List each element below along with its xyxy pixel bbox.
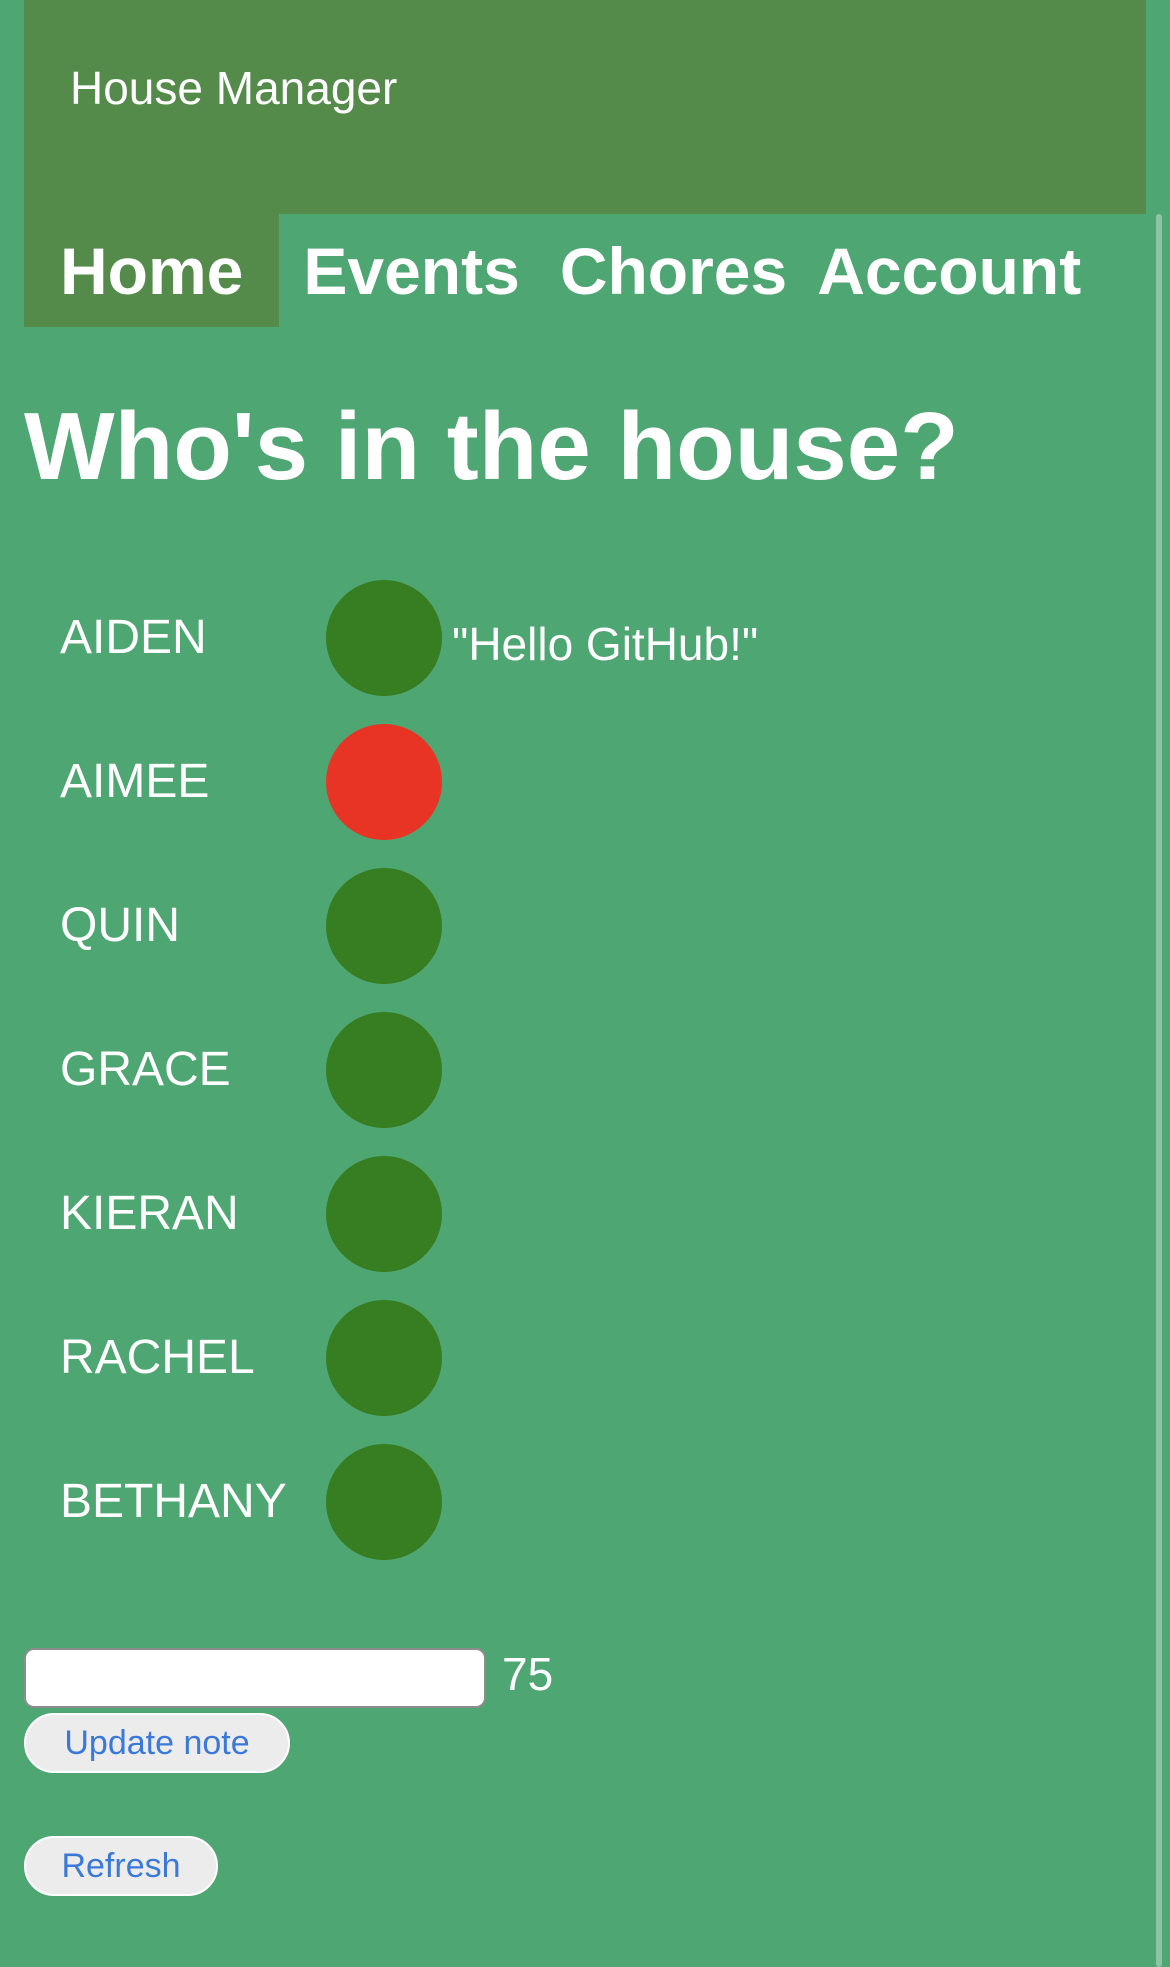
refresh-button[interactable]: Refresh <box>24 1836 218 1896</box>
person-name: KIERAN <box>60 1187 239 1240</box>
person-row: BETHANY <box>60 1440 960 1584</box>
person-name: GRACE <box>60 1043 231 1096</box>
remaining-characters: 75 <box>502 1648 554 1700</box>
person-name: BETHANY <box>60 1475 287 1528</box>
status-indicator[interactable] <box>326 1156 442 1272</box>
app-title: House Manager <box>70 62 398 114</box>
person-row: RACHEL <box>60 1296 960 1440</box>
person-row: QUIN <box>60 864 960 1008</box>
tab-events[interactable]: Events <box>279 214 519 327</box>
status-indicator[interactable] <box>326 1444 442 1560</box>
person-name: QUIN <box>60 899 180 952</box>
person-name: AIDEN <box>60 611 207 664</box>
status-indicator[interactable] <box>326 580 442 696</box>
person-row: AIMEE <box>60 720 960 864</box>
person-note: "Hello GitHub!" <box>452 618 759 670</box>
status-indicator[interactable] <box>326 724 442 840</box>
app-header: House Manager <box>24 0 1146 214</box>
person-row: AIDEN "Hello GitHub!" <box>60 576 960 720</box>
person-name: RACHEL <box>60 1331 255 1384</box>
scrollbar[interactable] <box>1156 214 1162 1967</box>
tab-account[interactable]: Account <box>787 214 1081 327</box>
main-nav: Home Events Chores Account <box>24 214 1081 327</box>
update-note-button[interactable]: Update note <box>24 1713 290 1773</box>
status-indicator[interactable] <box>326 1300 442 1416</box>
tab-home[interactable]: Home <box>24 214 280 327</box>
note-input[interactable] <box>24 1648 486 1708</box>
page-title: Who's in the house? <box>24 393 959 500</box>
tab-chores[interactable]: Chores <box>520 214 787 327</box>
status-indicator[interactable] <box>326 868 442 984</box>
people-list: AIDEN "Hello GitHub!" AIMEE QUIN GRACE K… <box>60 576 960 1584</box>
status-indicator[interactable] <box>326 1012 442 1128</box>
person-row: KIERAN <box>60 1152 960 1296</box>
person-name: AIMEE <box>60 755 210 808</box>
person-row: GRACE <box>60 1008 960 1152</box>
